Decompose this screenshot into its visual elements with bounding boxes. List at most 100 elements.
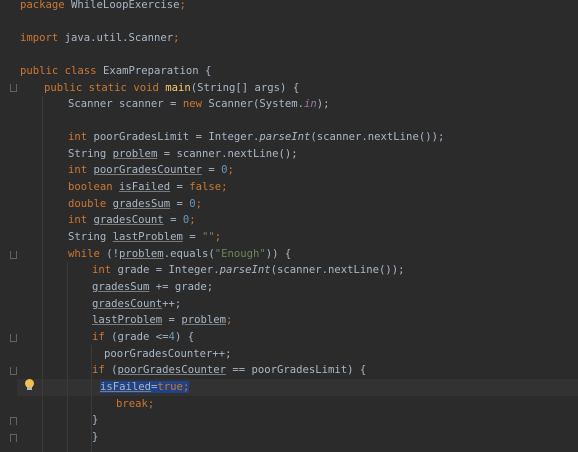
var-poor-counter: poorGradesCounter xyxy=(93,164,202,176)
var-grades-sum: gradesSum xyxy=(112,198,171,210)
if-condition: (grade <= xyxy=(104,331,169,343)
static-field-in: in xyxy=(304,98,317,110)
lightbulb-icon[interactable] xyxy=(25,379,34,390)
increment: ++; xyxy=(162,298,182,310)
code-line-count-inc[interactable]: gradesCount++; xyxy=(92,296,181,313)
var-problem: problem xyxy=(112,148,158,160)
code-line-poor-limit[interactable]: int poorGradesLimit = Integer.parseInt(s… xyxy=(68,129,444,146)
poor-limit-call: (scanner.nextLine()); xyxy=(310,131,445,143)
semicolon: ; xyxy=(189,214,196,226)
method-main: main xyxy=(165,82,191,94)
keyword-new: new xyxy=(182,98,202,110)
assign: = xyxy=(201,164,222,176)
code-line-poor-inc[interactable]: poorGradesCounter++; xyxy=(104,346,232,363)
fold-marker-icon[interactable] xyxy=(10,434,17,442)
if-open: ( xyxy=(104,364,118,376)
close-brace: } xyxy=(92,431,99,443)
keyword-package: package xyxy=(20,0,65,11)
code-line-last-problem[interactable]: String lastProblem = ""; xyxy=(68,229,221,246)
code-line-poor-counter[interactable]: int poorGradesCounter = 0; xyxy=(68,162,234,179)
semicolon: ; xyxy=(214,231,222,243)
semicolon: ; xyxy=(221,181,228,193)
scanner-decl: Scanner scanner = xyxy=(68,98,183,110)
code-editor[interactable]: package WhileLoopExercise; import java.u… xyxy=(0,0,578,452)
semicolon: ; xyxy=(147,398,155,410)
if-close: ) { xyxy=(174,331,195,343)
text-selection[interactable]: isFailed=true; xyxy=(100,381,190,393)
semicolon: ; xyxy=(195,198,202,210)
code-line-selected[interactable]: isFailed=true; xyxy=(100,379,190,396)
problem-assign: = scanner.nextLine(); xyxy=(157,148,298,160)
code-line-problem[interactable]: String problem = scanner.nextLine(); xyxy=(68,146,298,163)
keyword-int: int xyxy=(92,264,112,276)
package-name: WhileLoopExercise xyxy=(71,0,180,11)
code-line-if-grade[interactable]: if (grade <=4) { xyxy=(92,329,194,346)
semicolon: ; xyxy=(173,32,180,44)
poor-counter-increment: poorGradesCounter++; xyxy=(104,348,232,360)
code-line-grades-sum[interactable]: double gradesSum = 0; xyxy=(68,196,202,213)
code-line-package[interactable]: package WhileLoopExercise; xyxy=(20,0,186,14)
code-line-grades-count[interactable]: int gradesCount = 0; xyxy=(68,212,196,229)
method-args: (String[] args) { xyxy=(190,82,300,94)
fold-marker-icon[interactable] xyxy=(10,251,17,259)
var-is-failed: isFailed xyxy=(119,181,171,193)
grade-call: (scanner.nextLine()); xyxy=(270,264,405,276)
keyword-int: int xyxy=(68,164,88,176)
type-string: String xyxy=(68,148,107,160)
code-line-break[interactable]: break; xyxy=(116,396,154,413)
fold-marker-icon[interactable] xyxy=(10,84,17,92)
code-line-is-failed[interactable]: boolean isFailed = false; xyxy=(68,179,228,196)
scanner-ctor: Scanner(System. xyxy=(201,98,305,110)
indent-guide xyxy=(67,262,68,452)
fold-marker-icon[interactable] xyxy=(10,334,17,342)
keyword-break: break xyxy=(116,398,148,410)
while-open: (! xyxy=(99,248,120,260)
keyword-public: public xyxy=(20,65,59,77)
semicolon: ; xyxy=(227,164,234,176)
editor-gutter[interactable] xyxy=(0,0,17,452)
grade-decl: grade = Integer. xyxy=(111,264,220,276)
keyword-true: true xyxy=(157,381,183,393)
keyword-int: int xyxy=(68,131,88,143)
while-equals: .equals( xyxy=(163,248,215,260)
code-line-last-assign[interactable]: lastProblem = problem; xyxy=(92,312,232,329)
code-line-if-counter[interactable]: if (poorGradesCounter == poorGradesLimit… xyxy=(92,362,366,379)
fold-marker-icon[interactable] xyxy=(10,417,17,425)
keyword-class: class xyxy=(64,65,97,77)
keyword-int: int xyxy=(68,214,88,226)
var-grades-count: gradesCount xyxy=(93,214,164,226)
code-line-import[interactable]: import java.util.Scanner; xyxy=(20,30,180,47)
var-grades-sum: gradesSum xyxy=(92,281,150,293)
fold-marker-icon[interactable] xyxy=(10,367,17,375)
code-line-close-if[interactable]: } xyxy=(92,429,98,446)
method-parseint: parseInt xyxy=(219,264,271,276)
assign: = xyxy=(182,231,202,243)
code-line-while[interactable]: while (!problem.equals("Enough")) { xyxy=(68,246,291,263)
keyword-import: import xyxy=(20,32,59,44)
code-line-scanner[interactable]: Scanner scanner = new Scanner(System.in)… xyxy=(68,96,330,113)
var-last-problem: lastProblem xyxy=(92,314,163,326)
method-parseint: parseInt xyxy=(259,131,311,143)
keyword-double: double xyxy=(68,198,107,210)
keyword-if: if xyxy=(92,364,105,376)
import-name: java.util.Scanner xyxy=(64,32,174,44)
poor-limit-decl: poorGradesLimit = Integer. xyxy=(87,131,260,143)
code-line-close-inner[interactable]: } xyxy=(92,412,98,429)
close-brace: } xyxy=(92,414,99,426)
var-problem: problem xyxy=(119,248,164,260)
keyword-while: while xyxy=(68,248,100,260)
assign: = xyxy=(170,198,190,210)
keyword-boolean: boolean xyxy=(68,181,113,193)
var-problem: problem xyxy=(181,314,226,326)
var-is-failed: isFailed xyxy=(100,381,152,393)
var-grades-count: gradesCount xyxy=(92,298,163,310)
code-line-sum-add[interactable]: gradesSum += grade; xyxy=(92,279,213,296)
class-name: ExamPreparation { xyxy=(102,65,212,77)
code-line-class[interactable]: public class ExamPreparation { xyxy=(20,63,211,80)
keyword-if: if xyxy=(92,331,105,343)
var-poor-counter: poorGradesCounter xyxy=(117,364,226,376)
code-line-main[interactable]: public static void main(String[] args) { xyxy=(44,80,299,97)
var-last-problem: lastProblem xyxy=(112,231,183,243)
if-condition: == poorGradesLimit) { xyxy=(225,364,367,376)
code-line-grade[interactable]: int grade = Integer.parseInt(scanner.nex… xyxy=(92,262,405,279)
